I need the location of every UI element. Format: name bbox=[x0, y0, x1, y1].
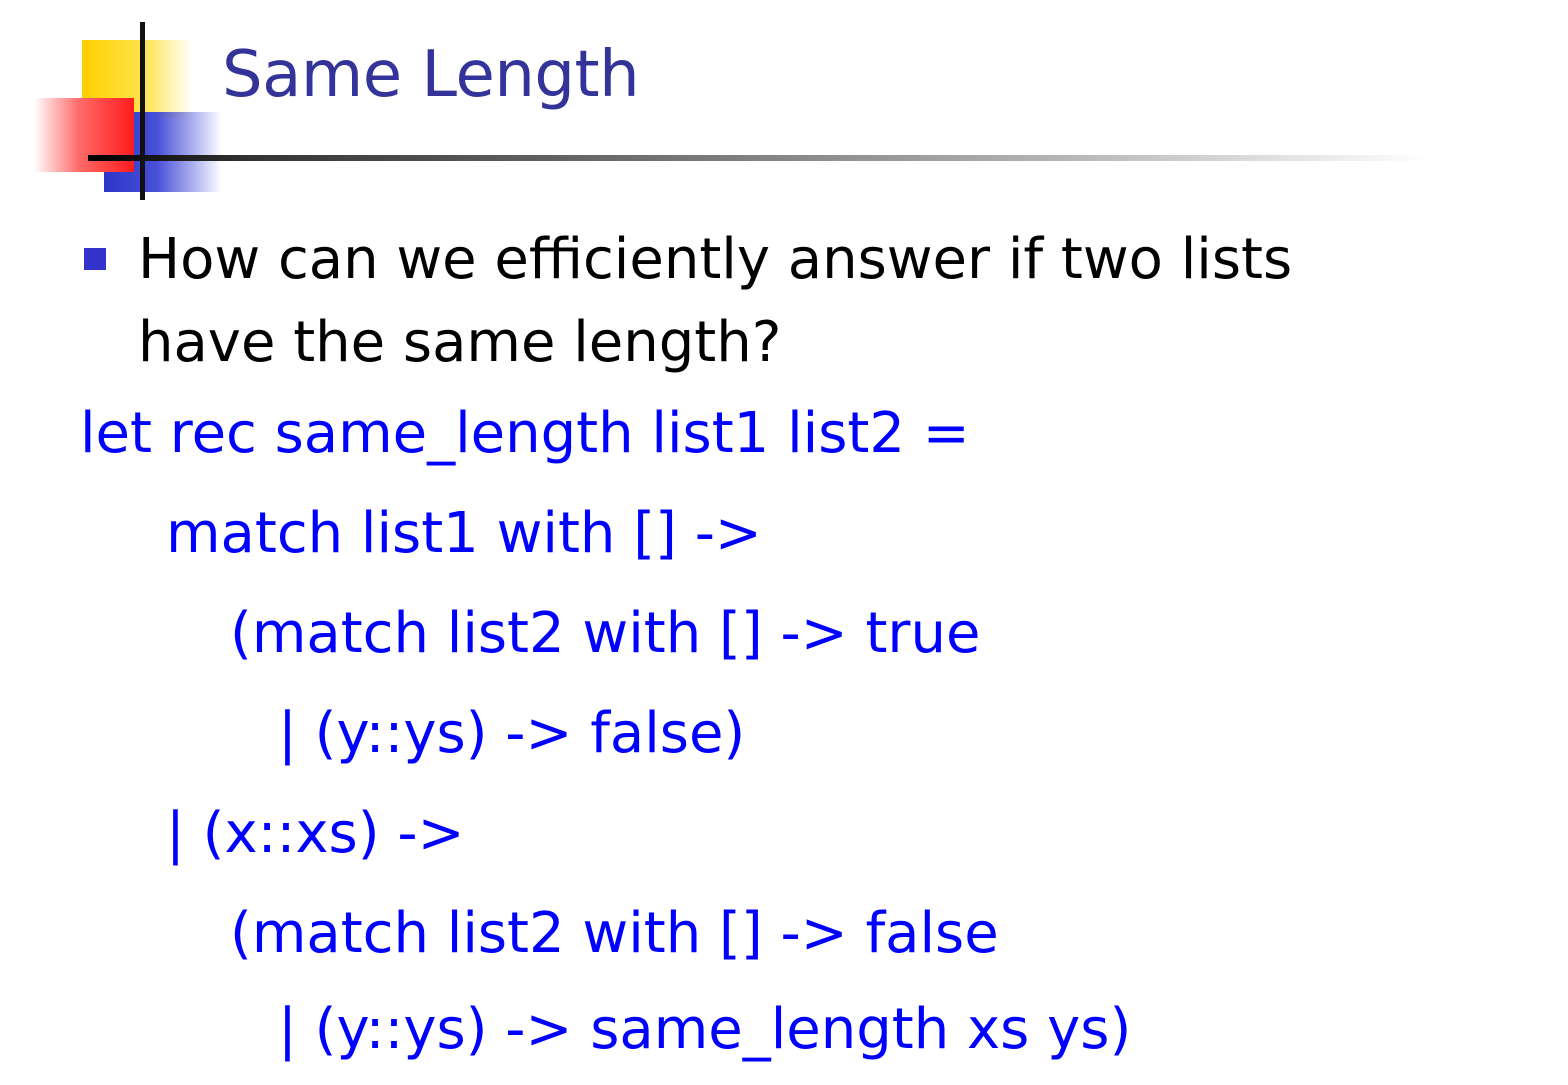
code-line: let rec same_length list1 list2 = bbox=[80, 401, 970, 466]
code-line: (match list2 with [] -> false bbox=[230, 901, 999, 966]
code-line: | (x::xs) -> bbox=[166, 801, 465, 866]
code-line: | (y::ys) -> same_length xs ys) bbox=[278, 997, 1132, 1062]
code-block: let rec same_length list1 list2 = match … bbox=[0, 0, 1568, 1085]
code-line: match list1 with [] -> bbox=[166, 501, 762, 566]
code-line: | (y::ys) -> false) bbox=[278, 701, 746, 766]
code-line: (match list2 with [] -> true bbox=[230, 601, 981, 666]
